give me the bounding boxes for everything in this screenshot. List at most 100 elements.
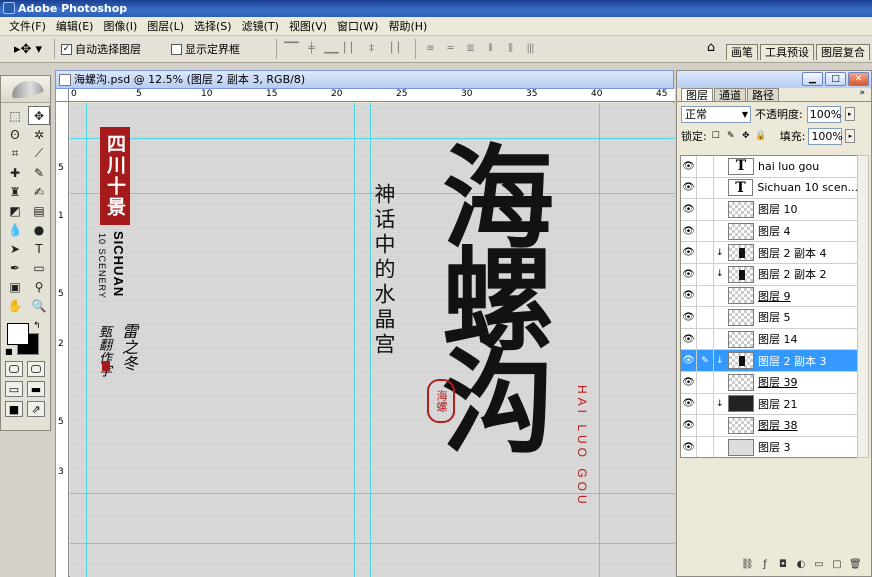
distribute-vcenter-icon[interactable]: ═ [442, 42, 458, 56]
horizontal-ruler[interactable]: 0 5 10 15 20 25 30 35 40 45 [69, 89, 675, 102]
layer-row[interactable]: 👁 ↓ 图层 2 副本 4 [681, 242, 857, 264]
distribute-bottom-icon[interactable]: ≣ [462, 42, 478, 56]
show-bounds-checkbox[interactable] [171, 43, 182, 55]
lock-pixels-icon[interactable]: ✎ [725, 130, 737, 142]
brush-link-cell[interactable] [697, 242, 714, 263]
brush-link-cell[interactable] [697, 371, 714, 393]
align-right-edges-icon[interactable]: ▕▕ [383, 42, 399, 56]
layer-row[interactable]: 👁 图层 10 [681, 199, 857, 221]
move-tool-icon[interactable]: ✥ [28, 106, 50, 125]
layer-row[interactable]: 👁 ↓ 图层 21 [681, 393, 857, 416]
menu-window[interactable]: 窗口(W) [332, 17, 383, 36]
trash-icon[interactable]: 🗑 [849, 559, 862, 571]
jump-to-imageready-button[interactable]: ⇗ [27, 401, 45, 417]
eye-icon[interactable]: 👁 [681, 285, 697, 307]
minimize-icon[interactable]: ▁ [802, 72, 823, 86]
guide-vertical[interactable] [86, 103, 87, 577]
align-horizontal-centers-icon[interactable]: ‡ [363, 42, 379, 56]
blur-tool-icon[interactable]: 💧 [4, 220, 26, 239]
layer-row[interactable]: 👁 图层 5 [681, 307, 857, 329]
foreground-color-swatch[interactable] [7, 323, 29, 345]
zoom-tool-icon[interactable]: 🔍 [28, 296, 50, 315]
eye-icon[interactable]: 👁 [681, 350, 697, 371]
lock-all-icon[interactable]: 🔒 [755, 130, 767, 142]
magic-wand-tool-icon[interactable]: ✲ [28, 125, 50, 144]
dodge-tool-icon[interactable]: ● [28, 220, 50, 239]
eye-icon[interactable]: 👁 [681, 242, 697, 263]
lock-transparency-icon[interactable]: ☐ [710, 130, 722, 142]
tool-preset-picker[interactable]: ▸✥ ▾ [8, 38, 48, 60]
auto-select-layer-option[interactable]: ✓ 自动选择图层 [61, 41, 141, 57]
distribute-hcenter-icon[interactable]: ⫼ [502, 42, 518, 56]
palette-tab-tool-presets[interactable]: 工具预设 [760, 44, 814, 60]
layer-list[interactable]: 👁 Thai luo gou 👁 T Sichuan 10 scen... 👁 图层 10 👁… [680, 155, 858, 458]
menu-file[interactable]: 文件(F) [4, 17, 51, 36]
hand-tool-icon[interactable]: ✋ [4, 296, 26, 315]
adjustment-layer-icon[interactable]: ◐ [795, 559, 807, 571]
guide-horizontal[interactable] [70, 138, 675, 139]
layer-row[interactable]: 👁 Thai luo gou [681, 156, 857, 178]
guide-vertical[interactable] [599, 103, 600, 577]
full-screen-menu-mode-button[interactable]: ▬ [27, 381, 45, 397]
healing-brush-tool-icon[interactable]: ✚ [4, 163, 26, 182]
quick-mask-mode-button[interactable] [27, 361, 45, 377]
brush-tool-icon[interactable]: ✎ [28, 163, 50, 182]
layer-row[interactable]: 👁 T Sichuan 10 scen... [681, 177, 857, 200]
default-colors-icon[interactable]: ■ [5, 347, 13, 356]
palette-tab-brushes[interactable]: 画笔 [726, 44, 758, 60]
align-top-edges-icon[interactable]: ▔▔ [283, 42, 299, 56]
canvas[interactable]: 四川十景 SICHUAN 10 SCENERY 雷之冬 甄翻作字 神话中的水晶宫… [70, 103, 675, 577]
eye-icon[interactable]: 👁 [681, 436, 697, 457]
brush-link-cell[interactable] [697, 263, 714, 285]
auto-select-checkbox[interactable]: ✓ [61, 43, 72, 55]
eye-icon[interactable]: 👁 [681, 199, 697, 220]
shape-tool-icon[interactable]: ▭ [28, 258, 50, 277]
marquee-tool-icon[interactable]: ⬚ [4, 106, 26, 125]
menu-edit[interactable]: 编辑(E) [51, 17, 99, 36]
align-vertical-centers-icon[interactable]: ╪ [303, 42, 319, 56]
opacity-slider-icon[interactable]: ▸ [844, 107, 855, 121]
brush-link-cell[interactable] [697, 436, 714, 457]
eyedropper-tool-icon[interactable]: ⚲ [28, 277, 50, 296]
standard-mode-button[interactable] [5, 361, 23, 377]
brush-link-cell[interactable] [697, 177, 714, 199]
pen-tool-icon[interactable]: ✒ [4, 258, 26, 277]
eye-icon[interactable]: 👁 [681, 371, 697, 393]
clone-stamp-tool-icon[interactable]: ♜ [4, 182, 26, 201]
layer-row[interactable]: 👁 图层 14 [681, 328, 857, 351]
brush-link-cell[interactable] [697, 393, 714, 415]
eye-icon[interactable]: 👁 [681, 177, 697, 199]
eye-icon[interactable]: 👁 [681, 415, 697, 436]
tab-layers[interactable]: 图层 [681, 88, 713, 102]
document-title-bar[interactable]: 海螺沟.psd @ 12.5% (图层 2 副本 3, RGB/8) [56, 71, 673, 89]
layer-list-scrollbar[interactable] [857, 155, 869, 458]
brush-link-cell[interactable] [697, 285, 714, 307]
ruler-origin[interactable] [56, 89, 69, 102]
lasso-tool-icon[interactable]: ʘ [4, 125, 26, 144]
brush-link-cell[interactable]: ✎ [697, 350, 714, 371]
layer-row[interactable]: 👁 图层 9 [681, 285, 857, 308]
tab-paths[interactable]: 路径 [747, 88, 779, 102]
show-bounds-option[interactable]: 显示定界框 [171, 41, 240, 57]
brush-link-cell[interactable] [697, 220, 714, 242]
file-browser-icon[interactable]: ⌂ [700, 40, 722, 60]
opacity-field[interactable]: 100% [806, 105, 841, 123]
close-icon[interactable]: ✕ [848, 72, 869, 86]
type-tool-icon[interactable]: T [28, 239, 50, 258]
brush-link-cell[interactable] [697, 156, 714, 177]
menu-layer[interactable]: 图层(L) [142, 17, 189, 36]
path-selection-tool-icon[interactable]: ➤ [4, 239, 26, 258]
brush-link-cell[interactable] [697, 415, 714, 436]
new-layer-icon[interactable]: ▢ [831, 559, 843, 571]
layer-row[interactable]: 👁 ↓ 图层 2 副本 2 [681, 263, 857, 286]
fill-slider-icon[interactable]: ▸ [845, 129, 856, 143]
layer-row[interactable]: 👁 图层 3 [681, 436, 857, 457]
crop-tool-icon[interactable]: ⌗ [4, 144, 26, 163]
layer-row[interactable]: 👁 图层 38 [681, 415, 857, 437]
eraser-tool-icon[interactable]: ◩ [4, 201, 26, 220]
layer-style-icon[interactable]: ƒ [759, 559, 771, 571]
vertical-ruler[interactable]: 5 1 5 2 5 3 [56, 102, 69, 577]
palette-menu-icon[interactable]: » [859, 88, 865, 98]
palette-title-bar[interactable]: ▁ □ ✕ [677, 71, 871, 88]
link-layers-icon[interactable]: ⛓ [741, 559, 754, 571]
